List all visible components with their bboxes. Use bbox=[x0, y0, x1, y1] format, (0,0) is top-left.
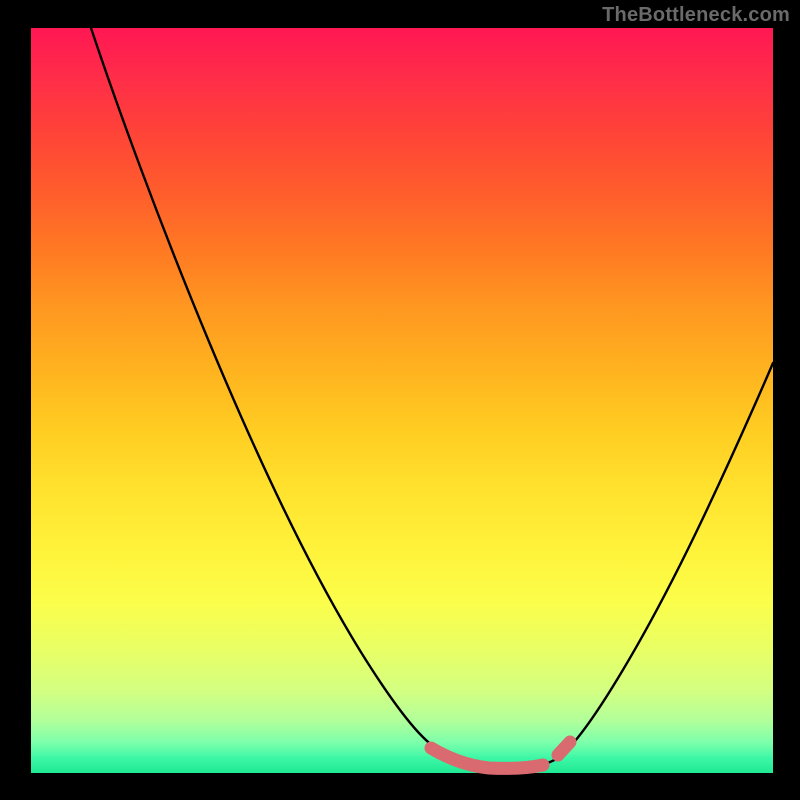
chart-frame: TheBottleneck.com bbox=[0, 0, 800, 800]
valley-highlight-dot bbox=[558, 742, 570, 755]
valley-highlight bbox=[431, 748, 543, 768]
watermark-text: TheBottleneck.com bbox=[602, 4, 790, 27]
bottleneck-curve bbox=[91, 28, 773, 767]
bottleneck-curve-svg bbox=[31, 28, 773, 773]
plot-area bbox=[31, 28, 773, 773]
